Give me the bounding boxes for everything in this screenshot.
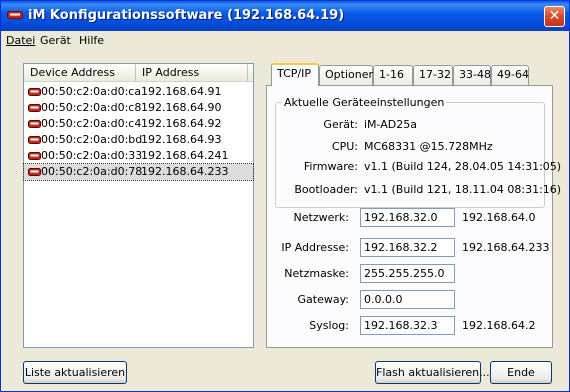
device-row[interactable]: 00:50:c2:0a:d0:ca 192.168.64.91 (24, 84, 253, 100)
gateway-label: Gateway: (297, 293, 350, 306)
device-row[interactable]: 00:50:c2:0a:d0:c4 192.168.64.92 (24, 116, 253, 132)
netzwerk-field[interactable]: 192.168.32.0 (360, 208, 455, 227)
flash-update-button[interactable]: Flash aktualisieren... (375, 361, 490, 384)
tab-17-32[interactable]: 17-32 (413, 65, 453, 85)
device-row[interactable]: 00:50:c2:0a:d0:bd 192.168.64.93 (24, 132, 253, 148)
ip-address-field[interactable]: 192.168.32.2 (360, 238, 455, 257)
title-bar[interactable]: iM Konfigurationssoftware (192.168.64.19… (1, 1, 569, 31)
firmware-value: v1.1 (Build 124, 28.04.05 14:31:05) (364, 160, 562, 173)
device-list-header: Device Address IP Address (24, 64, 253, 82)
netzmaske-label: Netzmaske: (284, 267, 349, 280)
menu-hilfe[interactable]: Hilfe (79, 34, 104, 47)
device-list[interactable]: Device Address IP Address 00:50:c2:0a:d0… (23, 63, 254, 348)
tab-1-16[interactable]: 1-16 (373, 65, 413, 85)
device-mac: 00:50:c2:0a:d0:bd (41, 133, 143, 146)
device-ip: 192.168.64.233 (141, 165, 229, 178)
ip-address-label: IP Addresse: (281, 241, 349, 254)
device-ip: 192.168.64.241 (141, 149, 229, 162)
device-icon (28, 136, 41, 144)
syslog-current: 192.168.64.2 (462, 319, 536, 332)
close-button[interactable]: ✕ (544, 6, 565, 27)
device-row[interactable]: 00:50:c2:0a:d0:c8 192.168.64.90 (24, 100, 253, 116)
current-settings-group: Aktuelle Geräteeinstellungen Gerät: iM-A… (275, 96, 561, 208)
close-icon: ✕ (548, 8, 561, 24)
device-row[interactable]: 00:50:c2:0a:d0:78 192.168.64.233 (23, 163, 254, 181)
group-title: Aktuelle Geräteeinstellungen (282, 96, 447, 109)
ip-address-current: 192.168.64.233 (462, 241, 550, 254)
device-icon (28, 168, 41, 176)
device-mac: 00:50:c2:0a:d0:c8 (41, 101, 142, 114)
tab-49-64[interactable]: 49-64 (491, 65, 529, 85)
device-icon (28, 120, 41, 128)
device-mac: 00:50:c2:0a:d0:c4 (41, 117, 142, 130)
firmware-label: Firmware: (303, 160, 358, 173)
cpu-label: CPU: (331, 140, 358, 153)
column-device-address[interactable]: Device Address (24, 64, 136, 82)
column-ip-address[interactable]: IP Address (136, 64, 248, 82)
device-row[interactable]: 00:50:c2:0a:d0:33 192.168.64.241 (24, 148, 253, 164)
window-title: iM Konfigurationssoftware (192.168.64.19… (28, 8, 345, 23)
tcpip-panel: Aktuelle Geräteeinstellungen Gerät: iM-A… (266, 85, 561, 348)
menu-geraet[interactable]: Gerät (40, 34, 71, 47)
refresh-list-button[interactable]: Liste aktualisieren (23, 361, 127, 384)
exit-button[interactable]: Ende (490, 361, 552, 384)
device-mac: 00:50:c2:0a:d0:ca (41, 85, 142, 98)
netzwerk-label: Netzwerk: (293, 211, 349, 224)
geraet-value: iM-AD25a (364, 118, 418, 131)
main-window: iM Konfigurationssoftware (192.168.64.19… (0, 0, 570, 392)
gateway-field[interactable]: 0.0.0.0 (360, 290, 455, 309)
device-icon (28, 152, 41, 160)
tab-optionen[interactable]: Optionen (319, 65, 375, 85)
netzwerk-current: 192.168.64.0 (462, 211, 536, 224)
device-ip: 192.168.64.92 (141, 117, 222, 130)
app-icon (7, 11, 23, 19)
syslog-field[interactable]: 192.168.32.3 (360, 316, 455, 335)
bootloader-label: Bootloader: (294, 183, 358, 196)
device-mac: 00:50:c2:0a:d0:78 (41, 165, 143, 178)
device-ip: 192.168.64.90 (141, 101, 222, 114)
geraet-label: Gerät: (323, 118, 358, 131)
netzmaske-field[interactable]: 255.255.255.0 (360, 264, 455, 283)
bootloader-value: v1.1 (Build 121, 18.11.04 08:31:16) (364, 183, 562, 196)
tab-strip: TCP/IP Optionen 1-16 17-32 33-48 49-64 (271, 63, 553, 86)
device-ip: 192.168.64.93 (141, 133, 222, 146)
menu-bar: Datei Gerät Hilfe (1, 31, 569, 51)
menu-datei[interactable]: Datei (6, 34, 35, 47)
syslog-label: Syslog: (309, 319, 349, 332)
device-icon (28, 88, 41, 96)
device-ip: 192.168.64.91 (141, 85, 222, 98)
tab-tcp-ip[interactable]: TCP/IP (271, 63, 319, 86)
cpu-value: MC68331 @15.728MHz (364, 140, 493, 153)
device-mac: 00:50:c2:0a:d0:33 (41, 149, 143, 162)
device-icon (28, 104, 41, 112)
tab-33-48[interactable]: 33-48 (453, 65, 491, 85)
